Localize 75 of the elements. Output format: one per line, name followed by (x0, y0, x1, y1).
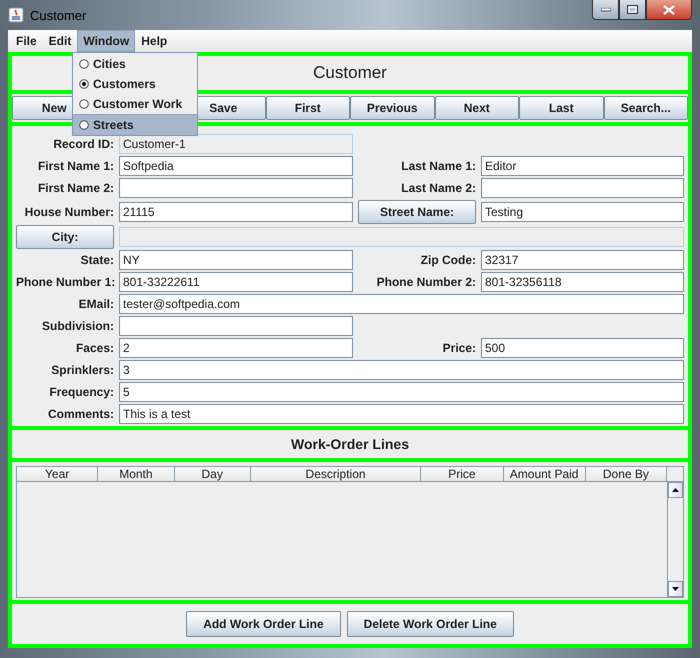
column-header[interactable]: Amount Paid (504, 467, 586, 482)
close-icon (663, 4, 675, 14)
input-field[interactable]: 2 (119, 338, 353, 358)
column-header[interactable]: Done By (586, 467, 667, 482)
input-field[interactable] (119, 178, 353, 198)
input-field[interactable]: This is a test (119, 404, 684, 424)
input-field: Customer-1 (119, 134, 353, 154)
menu-option[interactable]: Streets (73, 114, 197, 135)
section-title: Work-Order Lines (291, 436, 409, 452)
lookup-button[interactable]: Street Name: (358, 200, 476, 224)
menu-item[interactable]: Window (77, 30, 136, 52)
field-label: Phone Number 2: (376, 275, 476, 289)
menu-option[interactable]: Customers (73, 74, 197, 94)
field-label: Subdivision: (41, 319, 114, 333)
scroll-up-button[interactable] (668, 482, 683, 498)
field-label: EMail: (78, 297, 114, 311)
input-field[interactable]: 3 (119, 360, 684, 380)
maximize-button[interactable] (619, 0, 646, 20)
field-label: Record ID: (52, 137, 114, 151)
input-field[interactable]: Softpedia (119, 156, 353, 176)
toolbar-button[interactable]: Next (434, 96, 519, 120)
form-title: Customer (313, 63, 387, 83)
menu-item[interactable]: Help (135, 30, 174, 52)
radio-button[interactable] (79, 59, 89, 69)
input-field[interactable]: 500 (481, 338, 684, 358)
field-label: First Name 2: (36, 181, 114, 195)
action-button[interactable]: Add Work Order Line (186, 611, 341, 637)
input-field[interactable]: Editor (481, 156, 684, 176)
field-label: Comments: (46, 407, 114, 421)
input-field[interactable]: 5 (119, 382, 684, 402)
field-label: House Number: (24, 204, 114, 218)
column-header[interactable]: Year (17, 467, 98, 482)
minimize-icon (600, 8, 610, 12)
toolbar-button[interactable]: First (266, 96, 350, 120)
menu-item[interactable]: File (10, 30, 43, 52)
action-button[interactable]: Delete Work Order Line (346, 611, 514, 637)
radio-button[interactable] (79, 79, 89, 89)
field-label: Zip Code: (420, 253, 476, 267)
field-label: Sprinklers: (50, 363, 114, 377)
field-label: First Name 1: (36, 159, 114, 173)
input-field[interactable]: 21115 (119, 202, 353, 222)
input-field[interactable] (481, 178, 684, 198)
input-field[interactable]: NY (119, 250, 353, 270)
down-arrow-icon (672, 587, 679, 591)
column-header[interactable]: Month (98, 467, 175, 482)
field-label: State: (80, 253, 114, 267)
input-field[interactable]: Testing (481, 202, 684, 222)
scrollbar[interactable] (667, 482, 683, 597)
field-label: Frequency: (48, 385, 114, 399)
field-label: Price: (442, 341, 476, 355)
close-button[interactable] (646, 0, 692, 20)
field-label: Phone Number 1: (16, 275, 114, 289)
radio-button[interactable] (79, 99, 89, 109)
field-label: Last Name 1: (400, 159, 476, 173)
toolbar-button[interactable]: Previous (350, 96, 434, 120)
scroll-down-button[interactable] (668, 581, 683, 597)
menu-item[interactable]: Edit (42, 30, 78, 52)
toolbar-button[interactable]: Last (519, 96, 604, 120)
field-label: Last Name 2: (400, 181, 476, 195)
up-arrow-icon (672, 488, 679, 492)
menu-option[interactable]: Cities (73, 54, 197, 74)
input-field[interactable]: 801-33222611 (119, 272, 353, 292)
window-title: Customer (30, 8, 86, 22)
input-field[interactable]: tester@softpedia.com (119, 294, 684, 314)
maximize-icon (627, 5, 638, 14)
field-label: Faces: (74, 341, 114, 355)
minimize-button[interactable] (592, 0, 619, 20)
input-field[interactable]: 32317 (481, 250, 684, 270)
column-header[interactable]: Description (250, 467, 422, 482)
column-header[interactable]: Price (421, 467, 504, 482)
input-field[interactable] (119, 316, 353, 336)
toolbar-button[interactable]: Search... (604, 96, 688, 120)
radio-button[interactable] (79, 120, 89, 130)
input-field[interactable]: 801-32356118 (481, 272, 684, 292)
column-header[interactable]: Day (174, 467, 251, 482)
